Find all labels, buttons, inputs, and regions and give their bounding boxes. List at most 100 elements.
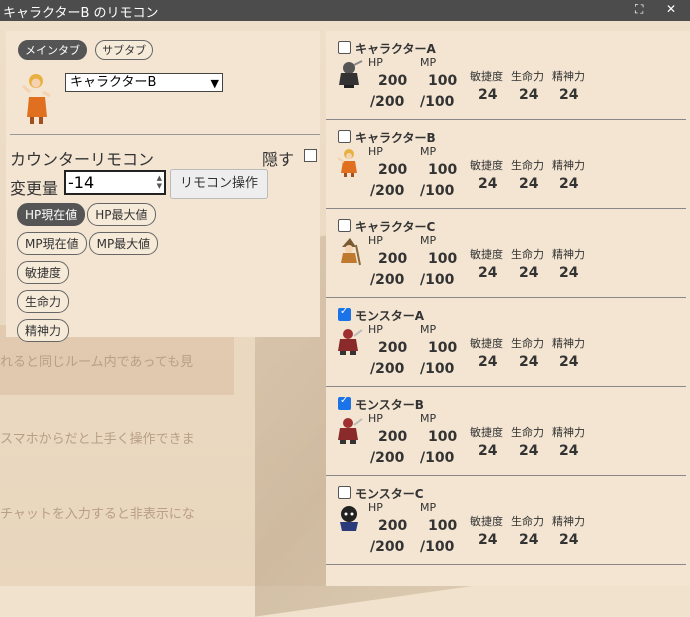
monster-sprite-icon bbox=[340, 506, 358, 531]
vitality-value: 24 bbox=[519, 354, 539, 370]
character-checkbox[interactable] bbox=[338, 306, 351, 321]
stat-button-spirit[interactable]: 精神力 bbox=[17, 319, 70, 342]
hp-max: /200 bbox=[370, 94, 405, 110]
divider bbox=[10, 134, 320, 135]
agility-label: 敏捷度 bbox=[470, 426, 503, 439]
stat-button-agility[interactable]: 敏捷度 bbox=[17, 261, 70, 284]
hp-label: HP bbox=[368, 234, 383, 247]
mp-current: 100 bbox=[428, 518, 458, 534]
stat-button-hp-current[interactable]: HP現在値 bbox=[17, 203, 86, 226]
character-checkbox[interactable] bbox=[338, 41, 351, 54]
vitality-label: 生命力 bbox=[511, 248, 544, 261]
spirit-label: 精神力 bbox=[552, 159, 585, 172]
agility-label: 敏捷度 bbox=[470, 248, 503, 261]
vitality-value: 24 bbox=[519, 532, 539, 548]
vitality-value: 24 bbox=[519, 176, 539, 192]
hide-label: 隠す bbox=[262, 150, 295, 169]
agility-label: 敏捷度 bbox=[470, 515, 503, 528]
stat-button-mp-max[interactable]: MP最大値 bbox=[88, 232, 159, 255]
remote-control-panel: メインタブ サブタブ キャラクターB ▼ カウンターリモコン 隠す 変更量 -1… bbox=[6, 31, 320, 342]
mp-max: /100 bbox=[420, 450, 455, 466]
character-select-value: キャラクターB bbox=[70, 75, 157, 90]
background-text-line: れると同じルーム内であっても見 bbox=[0, 355, 194, 370]
window-title: キャラクターB のリモコン bbox=[3, 6, 159, 21]
spirit-label: 精神力 bbox=[552, 515, 585, 528]
vitality-label: 生命力 bbox=[511, 159, 544, 172]
hide-checkbox[interactable] bbox=[304, 149, 317, 162]
mp-label: MP bbox=[420, 501, 437, 514]
spirit-value: 24 bbox=[559, 443, 579, 459]
hp-label: HP bbox=[368, 323, 383, 336]
monster-sprite-icon bbox=[338, 329, 363, 355]
chevron-down-icon: ▼ bbox=[210, 77, 219, 90]
amount-input[interactable]: -14 ▲ ▼ bbox=[64, 170, 166, 195]
character-checkbox[interactable] bbox=[338, 395, 351, 410]
mp-current: 100 bbox=[428, 429, 458, 445]
hp-current: 200 bbox=[378, 73, 408, 89]
mp-label: MP bbox=[420, 234, 437, 247]
character-card: キャラクターC HP MP 200 100 /200 /100 敏捷度 生命力 … bbox=[326, 209, 686, 298]
mp-label: MP bbox=[420, 56, 437, 69]
character-card: モンスターC HP MP 200 100 /200 /100 敏捷度 生命力 精… bbox=[326, 476, 686, 565]
mp-max: /100 bbox=[420, 361, 455, 377]
amount-label: 変更量 bbox=[10, 179, 59, 198]
character-card: キャラクターB HP MP 200 100 /200 /100 敏捷度 生命力 … bbox=[326, 120, 686, 209]
character-checkbox[interactable] bbox=[338, 219, 351, 232]
hp-current: 200 bbox=[378, 518, 408, 534]
hp-max: /200 bbox=[370, 450, 405, 466]
hp-max: /200 bbox=[370, 183, 405, 199]
mp-label: MP bbox=[420, 145, 437, 158]
spirit-label: 精神力 bbox=[552, 248, 585, 261]
mp-current: 100 bbox=[428, 162, 458, 178]
character-select[interactable]: キャラクターB ▼ bbox=[65, 73, 223, 92]
window-titlebar[interactable]: キャラクターB のリモコン ⛶ ✕ bbox=[0, 0, 690, 21]
tab-sub[interactable]: サブタブ bbox=[95, 40, 154, 60]
spirit-label: 精神力 bbox=[552, 337, 585, 350]
character-checkbox[interactable] bbox=[338, 130, 351, 143]
stat-button-vitality[interactable]: 生命力 bbox=[17, 290, 70, 313]
remote-operate-button[interactable]: リモコン操作 bbox=[170, 169, 268, 199]
mp-label: MP bbox=[420, 412, 437, 425]
character-card: モンスターA HP MP 200 100 /200 /100 敏捷度 生命力 精… bbox=[326, 298, 686, 387]
tab-main[interactable]: メインタブ bbox=[18, 40, 87, 60]
mp-max: /100 bbox=[420, 272, 455, 288]
mp-max: /100 bbox=[420, 539, 455, 555]
character-name: キャラクターC bbox=[355, 220, 436, 234]
stat-button-mp-current[interactable]: MP現在値 bbox=[17, 232, 87, 255]
vitality-value: 24 bbox=[519, 87, 539, 103]
mp-current: 100 bbox=[428, 251, 458, 267]
character-checkbox[interactable] bbox=[338, 486, 351, 499]
character-name: モンスターC bbox=[355, 487, 424, 501]
mp-label: MP bbox=[420, 323, 437, 336]
spinner-icon[interactable]: ▲ ▼ bbox=[157, 174, 162, 190]
character-card: モンスターB HP MP 200 100 /200 /100 敏捷度 生命力 精… bbox=[326, 387, 686, 476]
character-name: キャラクターB bbox=[355, 131, 436, 145]
stat-button-hp-max[interactable]: HP最大値 bbox=[87, 203, 156, 226]
mp-max: /100 bbox=[420, 94, 455, 110]
background-text-line: スマホからだと上手く操作できま bbox=[0, 432, 195, 447]
spirit-label: 精神力 bbox=[552, 426, 585, 439]
panel-heading: カウンターリモコン bbox=[10, 150, 155, 169]
character-card: キャラクターA HP MP 200 100 /200 /100 敏捷度 生命力 … bbox=[326, 31, 686, 120]
close-icon[interactable]: ✕ bbox=[666, 2, 676, 16]
character-list: キャラクターA HP MP 200 100 /200 /100 敏捷度 生命力 … bbox=[326, 31, 690, 586]
hp-max: /200 bbox=[370, 272, 405, 288]
spirit-value: 24 bbox=[559, 265, 579, 281]
agility-value: 24 bbox=[478, 265, 498, 281]
hp-current: 200 bbox=[378, 162, 408, 178]
spirit-value: 24 bbox=[559, 354, 579, 370]
stat-buttons: HP現在値 HP最大値 MP現在値 MP最大値 敏捷度 生命力 精神力 bbox=[17, 203, 217, 348]
spirit-value: 24 bbox=[559, 87, 579, 103]
fullscreen-icon[interactable]: ⛶ bbox=[635, 2, 643, 17]
character-sprite-icon bbox=[339, 60, 363, 88]
agility-label: 敏捷度 bbox=[470, 159, 503, 172]
hp-current: 200 bbox=[378, 251, 408, 267]
agility-value: 24 bbox=[478, 87, 498, 103]
hp-label: HP bbox=[368, 56, 383, 69]
character-sprite-icon bbox=[341, 238, 361, 266]
agility-label: 敏捷度 bbox=[470, 337, 503, 350]
spirit-value: 24 bbox=[559, 176, 579, 192]
hp-label: HP bbox=[368, 501, 383, 514]
vitality-label: 生命力 bbox=[511, 70, 544, 83]
hp-current: 200 bbox=[378, 429, 408, 445]
